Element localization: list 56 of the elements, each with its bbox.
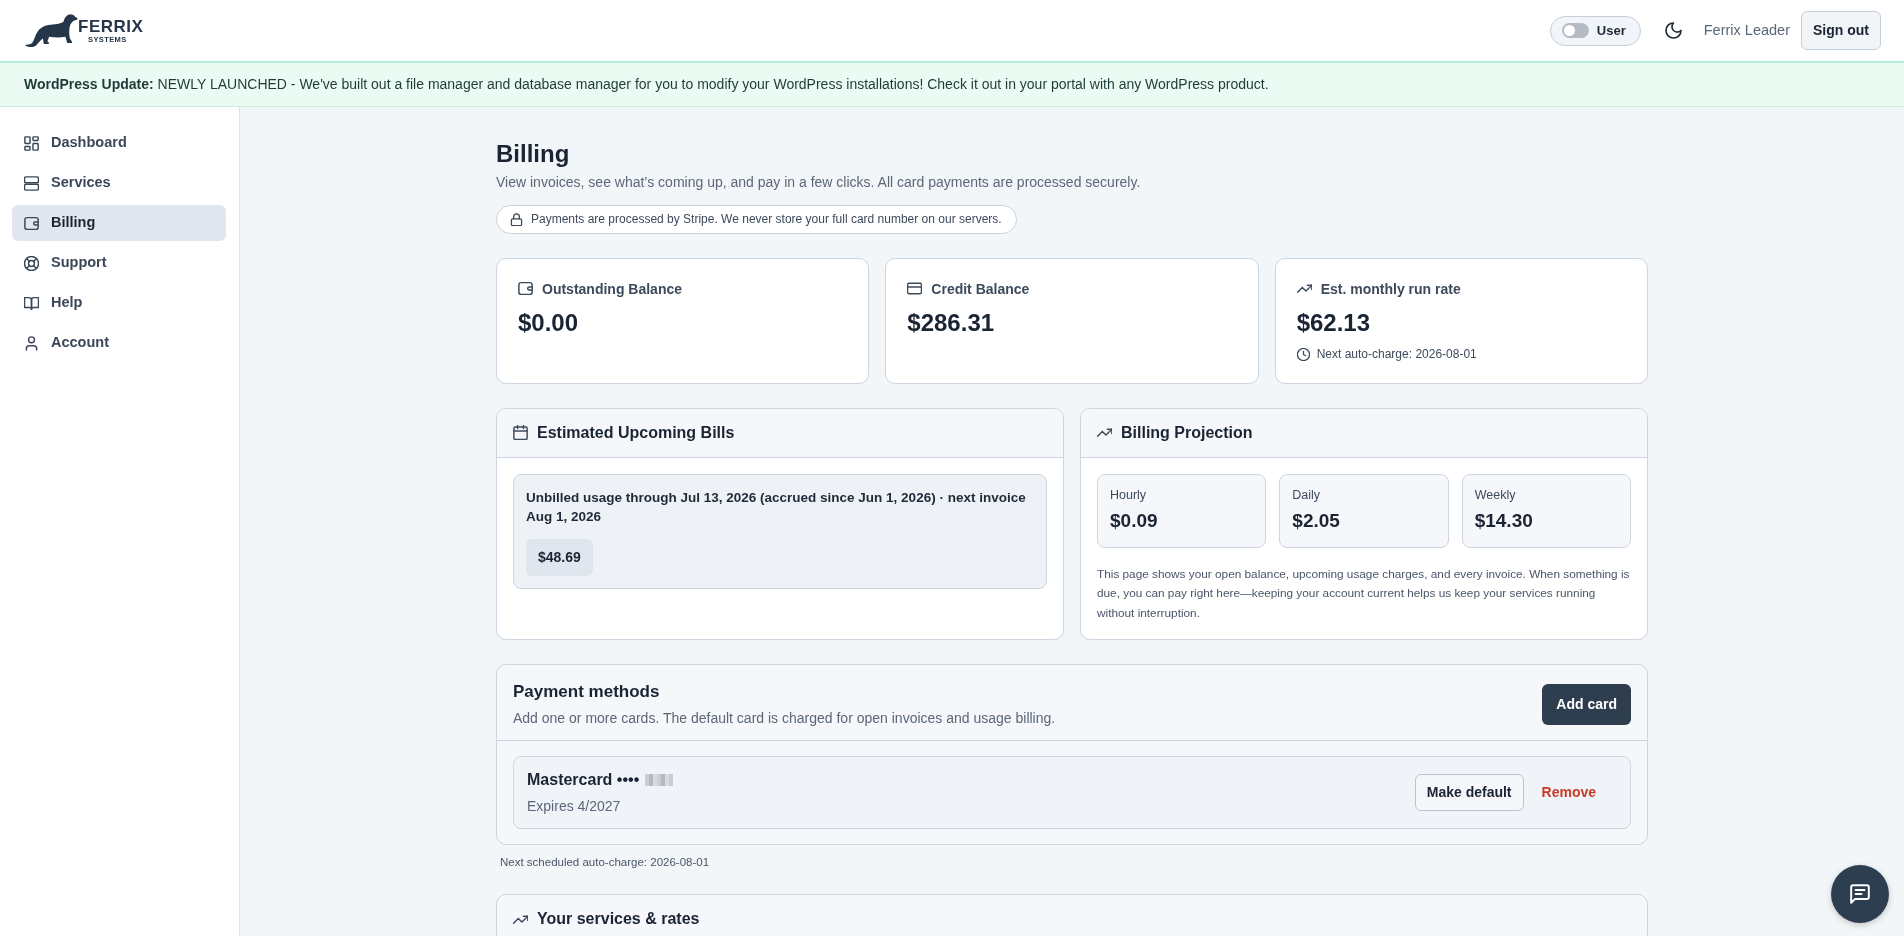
logo-wordmark: FERRIX [78,17,144,35]
auto-charge-note: Next auto-charge: 2026-08-01 [1316,345,1477,363]
dashboard-icon [24,135,39,151]
wallet-icon [518,281,533,297]
ferret-logo-icon [24,12,78,49]
announcement-text: WordPress Update: NEWLY LAUNCHED - We've built out a file manager and database manager for you to modify your WordPress installations! Check it out in your portal with any WordPress product. [24,75,1269,94]
toggle-switch[interactable] [1561,23,1589,38]
lock-icon [510,212,523,226]
card-subtitle: Add one or more cards. The default card is charged for open invoices and usage billing. [513,709,1056,729]
sidebar-item[interactable]: Account [12,325,226,361]
dark-mode-moon-icon[interactable] [1664,22,1682,39]
rate-value: $2.05 [1292,508,1341,533]
projection-description: This page shows your open balance, upcoming usage charges, and every invoice. When something is due, you can pay right here—keeping your account current helps us keep your services running without interruption. [1097,565,1631,622]
auto-charge-note: Next scheduled auto-charge: 2026-08-01 [499,855,711,871]
page-title: Billing [496,140,571,169]
sidebar-item[interactable]: Billing [12,205,226,241]
book-icon [24,295,39,311]
summary-label: Outstanding Balance [542,279,683,299]
card-title: Payment methods [513,681,661,704]
sign-out-button[interactable]: Sign out [1801,11,1881,50]
card-name: Mastercard •••• [527,770,640,791]
amount-chip: $48.69 [526,538,593,576]
summary-label: Est. monthly run rate [1320,279,1461,299]
rate-value: $14.30 [1474,508,1534,533]
add-card-button[interactable]: Add card [1542,684,1631,726]
clock-icon [1296,347,1310,361]
credit-card-icon [907,281,923,297]
summary-value: $286.31 [907,307,996,337]
sidebar-item[interactable]: Help [12,285,226,321]
summary-value: $62.13 [1296,307,1372,337]
role-toggle[interactable]: User [1549,15,1641,46]
rate-value: $0.09 [1110,508,1159,533]
user-icon [24,335,39,351]
chat-icon [1850,884,1870,904]
card-expiry: Expires 4/2027 [527,797,622,817]
wallet-icon [24,215,39,231]
calendar-icon [513,425,528,441]
sidebar-item[interactable]: Support [12,245,226,281]
rate-label: Daily [1292,486,1322,504]
rate-label: Hourly [1110,486,1148,504]
card-title: Estimated Upcoming Bills [537,422,735,443]
rate-label: Weekly [1474,486,1517,504]
lifebuoy-icon [24,255,39,271]
page-subtitle: View invoices, see what’s coming up, and pay in a few clicks. All card payments are processed securely. [496,172,1142,192]
remove-button[interactable]: Remove [1531,775,1606,811]
summary-value: $0.00 [518,307,580,337]
card-title: Your services & rates [537,909,700,930]
sidebar-item[interactable]: Services [12,165,226,201]
user-name: Ferrix Leader [1703,20,1790,40]
sidebar-item[interactable]: Dashboard [12,125,226,161]
card-title: Billing Projection [1121,422,1253,443]
unbilled-usage-text: Unbilled usage through Jul 13, 2026 (accrued since Jun 1, 2026) · next invoice Aug 1, 2026 [526,488,1027,526]
make-default-button[interactable]: Make default [1414,774,1524,812]
server-icon [24,175,39,191]
security-note-text: Payments are processed by Stripe. We never store your full card number on our servers. [531,211,1002,229]
summary-label: Credit Balance [931,279,1030,299]
